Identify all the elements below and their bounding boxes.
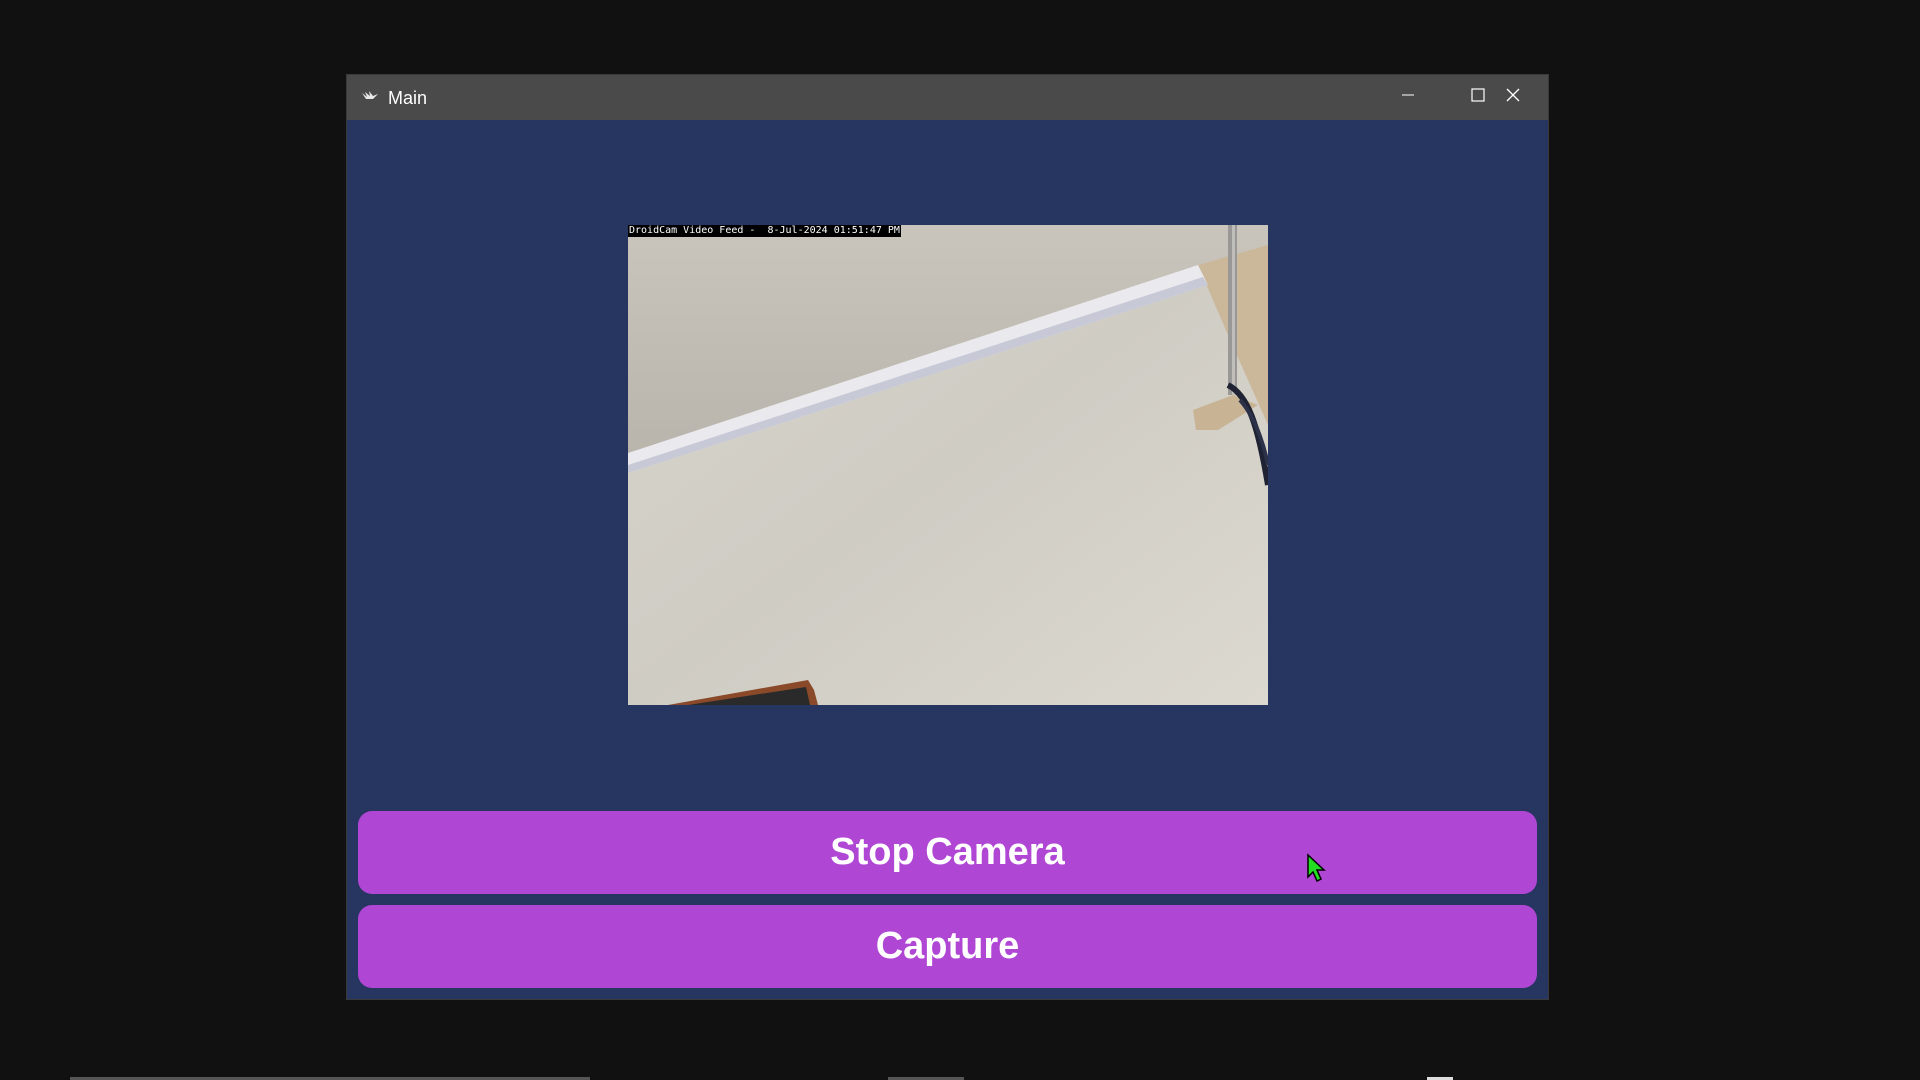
close-icon	[1505, 87, 1521, 108]
capture-button[interactable]: Capture	[358, 905, 1537, 988]
kivy-app-icon	[361, 88, 379, 106]
desktop: Main DroidCam Video Feed - 8-Jul-2024 01…	[0, 0, 1920, 1080]
camera-frame-image	[628, 225, 1268, 705]
minimize-button[interactable]	[1373, 75, 1443, 120]
app-window: Main DroidCam Video Feed - 8-Jul-2024 01…	[347, 75, 1548, 999]
stop-camera-button[interactable]: Stop Camera	[358, 811, 1537, 894]
minimize-icon	[1400, 87, 1416, 108]
window-title: Main	[388, 88, 428, 108]
title-bar[interactable]: Main	[347, 75, 1548, 120]
close-button[interactable]	[1478, 75, 1548, 120]
camera-feed: DroidCam Video Feed - 8-Jul-2024 01:51:4…	[628, 225, 1268, 705]
camera-feed-timestamp: DroidCam Video Feed - 8-Jul-2024 01:51:4…	[628, 225, 901, 237]
